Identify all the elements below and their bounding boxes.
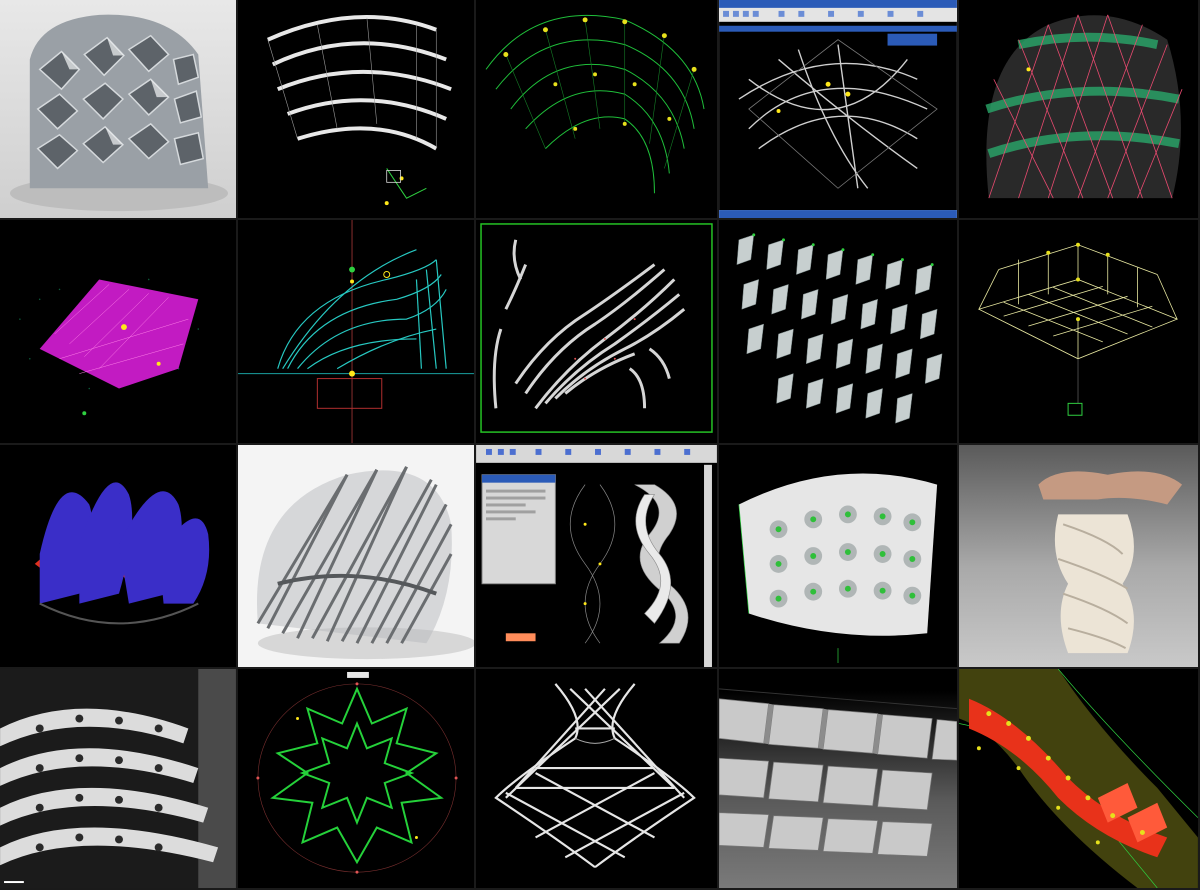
tile-ribbon-shell <box>238 0 476 220</box>
tile-box-frame <box>959 220 1200 445</box>
folded-facade-graphic <box>719 688 957 857</box>
tile-folded-facade <box>719 669 959 890</box>
purple-petals-graphic <box>34 482 210 625</box>
tile-magenta-surface <box>0 220 238 445</box>
tile-software-twisted-column <box>476 445 719 669</box>
green-star-graphic <box>256 671 458 874</box>
red-flow-graphic <box>959 669 1198 888</box>
faceted-pavilion-graphic <box>9 14 228 212</box>
tile-software-window-curves <box>719 0 959 220</box>
perforated-ribs-graphic <box>0 669 236 888</box>
software-twisted-graphic <box>476 445 717 667</box>
diagrid-dome-graphic <box>985 14 1183 199</box>
software-window-graphic <box>719 0 957 218</box>
magenta-surface-graphic <box>19 278 200 416</box>
hand-twisted-model-graphic <box>1038 471 1183 654</box>
image-grid <box>0 0 1200 890</box>
tile-green-star-lattice <box>238 669 476 890</box>
tile-hand-twisted-model <box>959 445 1200 669</box>
cushion-panels-graphic <box>738 473 938 664</box>
tile-cyan-curves <box>238 220 476 445</box>
tile-faceted-pavilion <box>0 0 238 220</box>
box-frame-graphic <box>977 242 1179 416</box>
tile-purple-petals <box>0 445 238 669</box>
tile-green-arch-grid <box>476 0 719 220</box>
striped-strips-graphic <box>480 223 713 433</box>
green-arch-graphic <box>485 14 705 194</box>
tile-woven-vase <box>476 669 719 890</box>
cyan-curves-graphic <box>238 220 474 443</box>
tile-striped-strips <box>476 220 719 445</box>
tile-cushion-panels <box>719 445 959 669</box>
tile-perforated-ribs <box>0 669 238 890</box>
tile-red-flow-surface <box>959 669 1200 890</box>
ribbon-shell-graphic <box>267 15 452 206</box>
diagrid-shell-graphic <box>256 466 474 660</box>
louver-fins-graphic <box>736 233 943 424</box>
tile-diagrid-shell <box>238 445 476 669</box>
woven-vase-graphic <box>494 683 696 869</box>
tile-louver-fins <box>719 220 959 445</box>
tile-diagrid-dome <box>959 0 1200 220</box>
